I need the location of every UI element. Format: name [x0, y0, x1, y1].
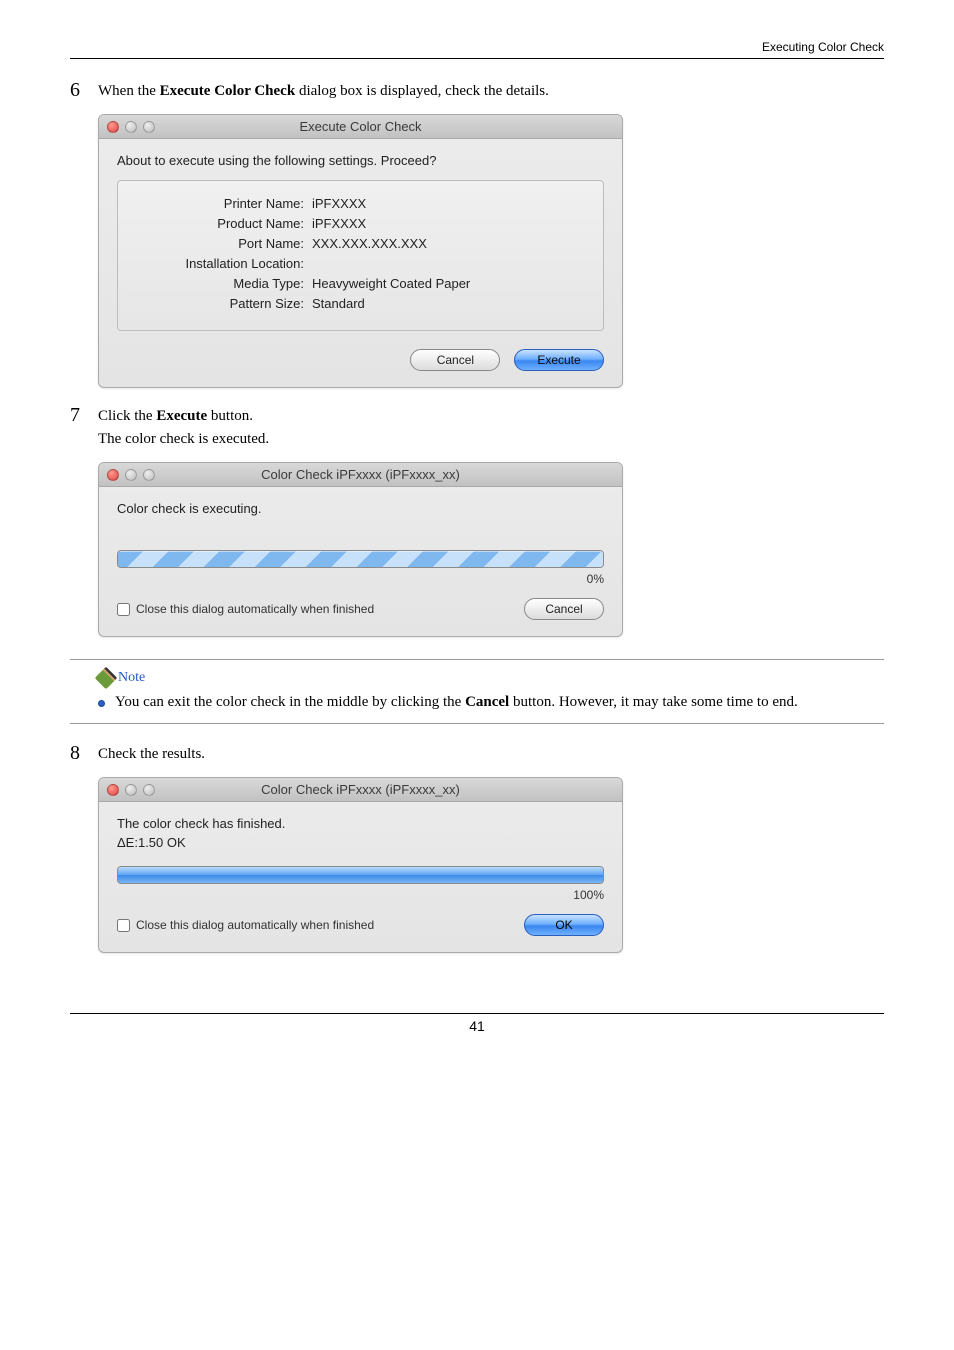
minimize-window-icon	[125, 784, 137, 796]
label-printer-name: Printer Name:	[132, 196, 312, 211]
label-port-name: Port Name:	[132, 236, 312, 251]
dialog-titlebar: Color Check iPFxxxx (iPFxxxx_xx)	[99, 778, 622, 802]
minimize-window-icon	[125, 469, 137, 481]
step-number: 8	[70, 742, 98, 769]
progress-bar	[117, 550, 604, 568]
step8-text: Check the results.	[98, 746, 884, 763]
dialog-title: Color Check iPFxxxx (iPFxxxx_xx)	[99, 782, 622, 797]
zoom-window-icon	[143, 469, 155, 481]
dialog-title: Color Check iPFxxxx (iPFxxxx_xx)	[99, 467, 622, 482]
label-product-name: Product Name:	[132, 216, 312, 231]
value-media-type: Heavyweight Coated Paper	[312, 276, 589, 291]
auto-close-checkbox-input[interactable]	[117, 603, 130, 616]
window-traffic-lights	[99, 469, 155, 481]
label-install-location: Installation Location:	[132, 256, 312, 271]
divider	[70, 723, 884, 724]
bullet-icon	[98, 700, 105, 707]
page-number: 41	[70, 1013, 884, 1034]
status-message: Color check is executing.	[117, 501, 604, 516]
step-6: 6 When the Execute Color Check dialog bo…	[70, 79, 884, 388]
auto-close-label: Close this dialog automatically when fin…	[136, 602, 374, 616]
execute-color-check-dialog: Execute Color Check About to execute usi…	[98, 114, 623, 388]
value-port-name: XXX.XXX.XXX.XXX	[312, 236, 589, 251]
label-media-type: Media Type:	[132, 276, 312, 291]
label-pattern-size: Pattern Size:	[132, 296, 312, 311]
zoom-window-icon	[143, 784, 155, 796]
value-printer-name: iPFXXXX	[312, 196, 589, 211]
cancel-button[interactable]: Cancel	[524, 598, 604, 620]
ok-button[interactable]: OK	[524, 914, 604, 936]
close-window-icon[interactable]	[107, 121, 119, 133]
close-window-icon[interactable]	[107, 784, 119, 796]
step7-line2: The color check is executed.	[98, 431, 884, 448]
dialog-title: Execute Color Check	[99, 119, 622, 134]
step7-line1-bold: Execute	[156, 408, 207, 424]
cancel-button[interactable]: Cancel	[410, 349, 500, 371]
step-number: 6	[70, 79, 98, 106]
note-label: Note	[118, 670, 145, 686]
note-item: You can exit the color check in the midd…	[98, 694, 884, 711]
dialog-titlebar: Color Check iPFxxxx (iPFxxxx_xx)	[99, 463, 622, 487]
step-number: 7	[70, 404, 98, 454]
auto-close-label: Close this dialog automatically when fin…	[136, 918, 374, 932]
close-window-icon[interactable]	[107, 469, 119, 481]
zoom-window-icon	[143, 121, 155, 133]
dialog-titlebar: Execute Color Check	[99, 115, 622, 139]
progress-percent: 100%	[117, 888, 604, 902]
step6-text-post: dialog box is displayed, check the detai…	[295, 83, 549, 99]
auto-close-checkbox-input[interactable]	[117, 919, 130, 932]
note-text-post: button. However, it may take some time t…	[509, 694, 798, 710]
value-install-location	[312, 256, 589, 271]
auto-close-checkbox[interactable]: Close this dialog automatically when fin…	[117, 918, 374, 932]
window-traffic-lights	[99, 784, 155, 796]
result-value: ΔE:1.50 OK	[117, 835, 604, 850]
color-check-executing-dialog: Color Check iPFxxxx (iPFxxxx_xx) Color c…	[98, 462, 623, 637]
step-8: 8 Check the results. Color Check iPFxxxx…	[70, 742, 884, 953]
value-product-name: iPFXXXX	[312, 216, 589, 231]
step-7: 7 Click the Execute button. The color ch…	[70, 404, 884, 637]
pencil-icon	[95, 667, 118, 690]
minimize-window-icon	[125, 121, 137, 133]
page-header-section: Executing Color Check	[70, 40, 884, 59]
color-check-finished-dialog: Color Check iPFxxxx (iPFxxxx_xx) The col…	[98, 777, 623, 953]
note-text-pre: You can exit the color check in the midd…	[115, 694, 465, 710]
progress-bar	[117, 866, 604, 884]
step7-line1-post: button.	[207, 408, 253, 424]
execute-button[interactable]: Execute	[514, 349, 604, 371]
progress-percent: 0%	[117, 572, 604, 586]
note-text-bold: Cancel	[465, 694, 509, 710]
value-pattern-size: Standard	[312, 296, 589, 311]
dialog-prompt: About to execute using the following set…	[117, 153, 604, 168]
auto-close-checkbox[interactable]: Close this dialog automatically when fin…	[117, 602, 374, 616]
step6-text-pre: When the	[98, 83, 160, 99]
note-heading: Note	[98, 670, 884, 686]
step7-line1-pre: Click the	[98, 408, 156, 424]
settings-panel: Printer Name:iPFXXXX Product Name:iPFXXX…	[117, 180, 604, 331]
window-traffic-lights	[99, 121, 155, 133]
divider	[70, 659, 884, 660]
step6-text-bold: Execute Color Check	[160, 83, 296, 99]
status-message: The color check has finished.	[117, 816, 604, 831]
